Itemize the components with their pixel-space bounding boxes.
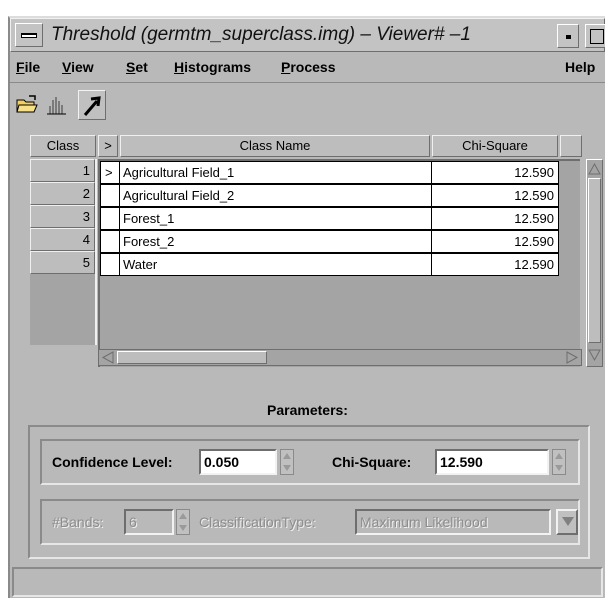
row-marker-cell[interactable] (100, 230, 120, 253)
histogram-button[interactable] (44, 92, 70, 118)
arrow-pointer-icon (83, 96, 101, 116)
minimize-icon (566, 35, 571, 39)
menu-view-label: iew (71, 59, 94, 75)
row-marker-cell[interactable] (100, 253, 120, 276)
classification-type-label: ClassificationType: (199, 514, 316, 530)
open-folder-icon (16, 95, 38, 113)
menu-process[interactable]: Process (281, 59, 336, 75)
title-bar[interactable]: Threshold (germtm_superclass.img) – View… (10, 18, 605, 52)
header-class[interactable]: Class (30, 135, 96, 157)
row-marker-cell[interactable] (100, 184, 120, 207)
class-name-cell[interactable]: Agricultural Field_1 (119, 161, 432, 184)
vertical-scroll-thumb[interactable] (588, 178, 601, 343)
menu-set[interactable]: Set (126, 59, 148, 75)
parameters-group: Confidence Level: 0.050 Chi-Square: 12.5… (28, 425, 590, 559)
minimize-button[interactable] (557, 24, 579, 48)
bands-stepper[interactable] (176, 509, 190, 535)
menu-file-mnemonic: F (16, 59, 25, 75)
menu-help[interactable]: Help (565, 59, 595, 75)
classification-type-dropdown[interactable] (556, 509, 578, 535)
confidence-level-input[interactable]: 0.050 (199, 449, 277, 475)
menu-view-mnemonic: V (62, 59, 72, 75)
open-button[interactable] (14, 92, 40, 118)
menu-bar: File View Set Histograms Process Help (10, 53, 605, 83)
menu-histograms-mnemonic: H (174, 59, 185, 75)
class-name-cell[interactable]: Agricultural Field_2 (119, 184, 432, 207)
bands-input[interactable]: 6 (124, 509, 174, 535)
menu-set-label: et (135, 59, 148, 75)
header-class-name[interactable]: Class Name (120, 135, 430, 157)
stepper-down-icon[interactable] (283, 465, 291, 471)
menu-process-label: rocess (290, 59, 336, 75)
horizontal-scroll-thumb[interactable] (117, 351, 267, 364)
menu-view[interactable]: View (62, 59, 94, 75)
header-spacer (560, 135, 582, 157)
confidence-row: Confidence Level: 0.050 Chi-Square: 12.5… (40, 439, 580, 485)
menu-file-label: ile (24, 59, 41, 75)
histogram-icon (47, 97, 66, 115)
parameters-title: Parameters: (267, 402, 348, 418)
row-marker-cell[interactable]: > (100, 161, 120, 184)
chi-square-input[interactable]: 12.590 (435, 449, 549, 475)
row-number[interactable]: 5 (30, 251, 95, 274)
select-tool-button[interactable] (78, 90, 106, 120)
maximize-icon (590, 29, 604, 44)
window-menu-button[interactable] (15, 23, 43, 47)
chi-square-cell[interactable]: 12.590 (431, 253, 559, 276)
chi-square-cell[interactable]: 12.590 (431, 207, 559, 230)
scroll-left-icon[interactable] (101, 350, 115, 365)
bands-label: #Bands: (52, 514, 104, 530)
row-number[interactable]: 4 (30, 228, 95, 251)
class-name-cell[interactable]: Forest_1 (119, 207, 432, 230)
chi-square-cell[interactable]: 12.590 (431, 184, 559, 207)
table-body: > Agricultural Field_1 12.590 Agricultur… (98, 159, 580, 367)
menu-histograms[interactable]: Histograms (174, 59, 251, 75)
chi-square-cell[interactable]: 12.590 (431, 161, 559, 184)
stepper-down-icon[interactable] (555, 465, 563, 471)
stepper-up-icon[interactable] (179, 513, 187, 519)
threshold-window: Threshold (germtm_superclass.img) – View… (8, 16, 605, 598)
confidence-level-stepper[interactable] (280, 449, 294, 475)
row-number[interactable]: 3 (30, 205, 95, 228)
row-number-column: 1 2 3 4 5 (30, 159, 97, 345)
confidence-level-label: Confidence Level: (52, 454, 173, 470)
bands-row: #Bands: 6 ClassificationType: Maximum Li… (40, 499, 580, 545)
header-chi-square[interactable]: Chi-Square (432, 135, 558, 157)
status-bar (12, 567, 603, 597)
chi-square-label: Chi-Square: (332, 454, 412, 470)
row-marker-cell[interactable] (100, 207, 120, 230)
vertical-scrollbar[interactable] (586, 159, 603, 367)
stepper-up-icon[interactable] (283, 453, 291, 459)
row-number[interactable]: 1 (30, 159, 95, 182)
scroll-down-icon[interactable] (587, 348, 602, 362)
window-menu-icon (21, 33, 37, 38)
chi-square-stepper[interactable] (552, 449, 566, 475)
class-name-cell[interactable]: Forest_2 (119, 230, 432, 253)
menu-set-mnemonic: S (126, 59, 136, 75)
class-name-cell[interactable]: Water (119, 253, 432, 276)
row-number[interactable]: 2 (30, 182, 95, 205)
menu-file[interactable]: File (16, 59, 40, 75)
maximize-button[interactable] (585, 24, 605, 48)
menu-process-mnemonic: P (281, 59, 291, 75)
horizontal-scrollbar[interactable] (98, 349, 582, 366)
header-marker[interactable]: > (98, 135, 118, 157)
scroll-right-icon[interactable] (565, 350, 579, 365)
toolbar (10, 84, 605, 128)
classification-type-select[interactable]: Maximum Likelihood (355, 509, 551, 535)
scroll-up-icon[interactable] (587, 162, 602, 176)
class-table: Class > Class Name Chi-Square 1 2 3 4 5 … (30, 135, 603, 385)
stepper-down-icon[interactable] (179, 525, 187, 531)
stepper-up-icon[interactable] (555, 453, 563, 459)
window-title: Threshold (germtm_superclass.img) – View… (51, 24, 471, 45)
menu-histograms-label: istograms (184, 59, 252, 75)
chevron-down-icon (562, 517, 574, 526)
chi-square-cell[interactable]: 12.590 (431, 230, 559, 253)
